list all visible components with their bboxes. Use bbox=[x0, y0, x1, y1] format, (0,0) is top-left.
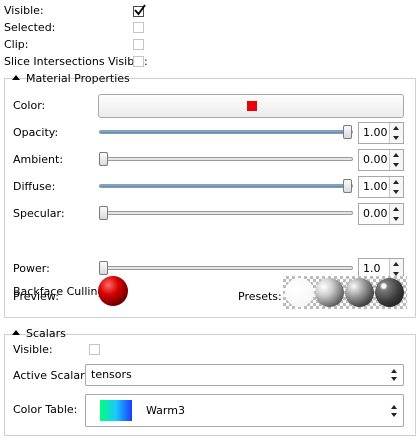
clip-label: Clip: bbox=[4, 38, 29, 51]
diffuse-label: Diffuse: bbox=[13, 180, 56, 193]
power-slider-handle[interactable] bbox=[99, 261, 108, 275]
spin-up-icon[interactable] bbox=[393, 180, 399, 184]
ambient-spinbox[interactable]: 0.00 bbox=[358, 149, 404, 171]
slice-intersections-label: Slice Intersections Visible: bbox=[4, 55, 148, 68]
spin-up-icon[interactable] bbox=[393, 126, 399, 130]
ambient-label: Ambient: bbox=[13, 153, 64, 166]
opacity-slider-handle[interactable] bbox=[343, 125, 352, 139]
scalars-title: Scalars bbox=[26, 327, 66, 340]
color-button[interactable] bbox=[98, 94, 404, 118]
preset-sphere-shiny[interactable] bbox=[345, 278, 374, 307]
power-slider-track[interactable] bbox=[99, 266, 353, 270]
spin-up-icon[interactable] bbox=[393, 207, 399, 211]
material-preview-sphere bbox=[98, 276, 128, 306]
diffuse-slider-handle[interactable] bbox=[343, 179, 352, 193]
preset-sphere-flat[interactable] bbox=[285, 278, 314, 307]
visible-label: Visible: bbox=[4, 4, 44, 17]
presets-label: Presets: bbox=[238, 290, 282, 303]
opacity-spin-arrows[interactable] bbox=[389, 123, 403, 143]
selected-checkbox[interactable] bbox=[133, 22, 144, 33]
ambient-slider-handle[interactable] bbox=[99, 152, 108, 166]
preset-sphere-diffuse[interactable] bbox=[315, 278, 344, 307]
preview-label: Preview: bbox=[13, 290, 59, 303]
power-value: 1.0 bbox=[363, 262, 381, 275]
opacity-label: Opacity: bbox=[13, 126, 59, 139]
diffuse-value: 1.00 bbox=[363, 180, 388, 193]
color-table-value: Warm3 bbox=[146, 404, 185, 417]
selected-label: Selected: bbox=[4, 21, 56, 34]
slice-intersections-checkbox[interactable] bbox=[133, 56, 144, 67]
clip-checkbox[interactable] bbox=[133, 39, 144, 50]
scalars-header[interactable]: Scalars bbox=[12, 327, 66, 341]
specular-slider-handle[interactable] bbox=[99, 206, 108, 220]
collapse-triangle-icon bbox=[12, 330, 20, 335]
color-table-label: Color Table: bbox=[13, 403, 78, 416]
diffuse-spinbox[interactable]: 1.00 bbox=[358, 176, 404, 198]
ambient-value: 0.00 bbox=[363, 153, 388, 166]
ambient-slider-track[interactable] bbox=[99, 157, 353, 161]
active-scalar-value: tensors bbox=[91, 368, 132, 381]
ambient-spin-arrows[interactable] bbox=[389, 150, 403, 170]
specular-label: Specular: bbox=[13, 207, 65, 220]
opacity-slider-track[interactable] bbox=[99, 130, 353, 134]
active-scalar-combo[interactable]: tensors bbox=[85, 364, 404, 386]
spin-up-icon[interactable] bbox=[393, 153, 399, 157]
spin-down-icon[interactable] bbox=[393, 163, 399, 167]
color-swatch bbox=[247, 101, 257, 111]
diffuse-slider-track[interactable] bbox=[99, 184, 353, 188]
color-label: Color: bbox=[13, 99, 46, 112]
diffuse-spin-arrows[interactable] bbox=[389, 177, 403, 197]
collapse-triangle-icon bbox=[12, 75, 20, 80]
presets-strip bbox=[283, 276, 407, 309]
combo-arrows-icon bbox=[391, 369, 398, 381]
spin-down-icon[interactable] bbox=[393, 190, 399, 194]
power-label: Power: bbox=[13, 262, 50, 275]
scalars-visible-label: Visible: bbox=[13, 343, 53, 356]
spin-up-icon[interactable] bbox=[393, 262, 399, 266]
opacity-spinbox[interactable]: 1.00 bbox=[358, 122, 404, 144]
material-properties-title: Material Properties bbox=[26, 72, 130, 85]
specular-value: 0.00 bbox=[363, 207, 388, 220]
combo-arrows-icon bbox=[391, 404, 398, 417]
spin-down-icon[interactable] bbox=[393, 136, 399, 140]
opacity-value: 1.00 bbox=[363, 126, 388, 139]
specular-slider-track[interactable] bbox=[99, 211, 353, 215]
color-table-gradient bbox=[100, 400, 132, 421]
active-scalar-label: Active Scalar: bbox=[13, 369, 89, 382]
preset-sphere-metallic[interactable] bbox=[375, 278, 404, 307]
visible-checkbox[interactable] bbox=[133, 4, 146, 17]
checkmark-icon bbox=[134, 4, 146, 16]
opacity-slider-fill bbox=[100, 131, 352, 133]
material-properties-header[interactable]: Material Properties bbox=[12, 72, 130, 86]
specular-spinbox[interactable]: 0.00 bbox=[358, 203, 404, 225]
diffuse-slider-fill bbox=[100, 185, 352, 187]
scalars-visible-checkbox[interactable] bbox=[89, 344, 100, 355]
color-table-combo[interactable]: Warm3 bbox=[85, 394, 404, 427]
specular-spin-arrows[interactable] bbox=[389, 204, 403, 224]
spin-down-icon[interactable] bbox=[393, 217, 399, 221]
